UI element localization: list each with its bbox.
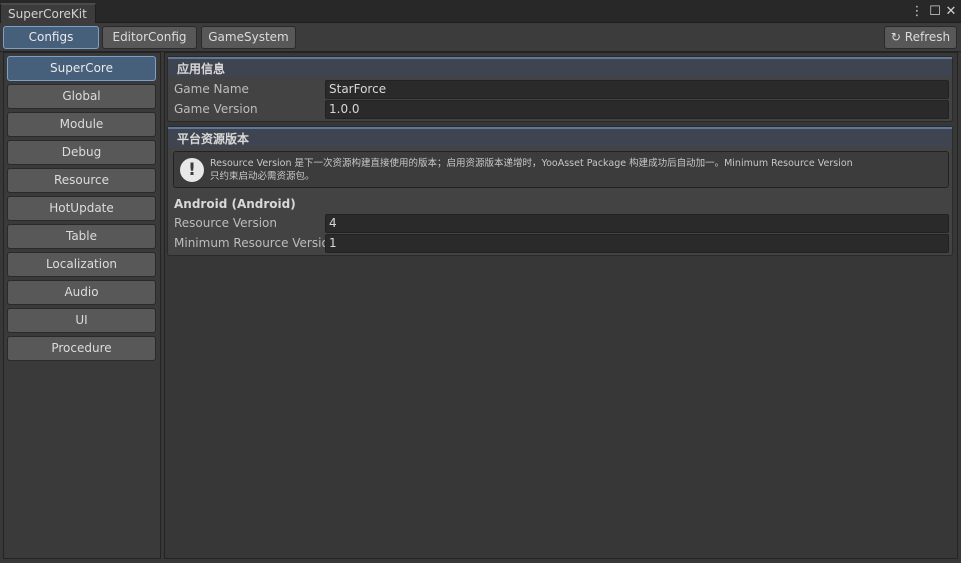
- sidebar-item-debug[interactable]: Debug: [7, 140, 156, 165]
- tab-editor-config[interactable]: EditorConfig: [102, 26, 197, 49]
- window-tab[interactable]: SuperCoreKit: [0, 3, 96, 23]
- sidebar-item-table[interactable]: Table: [7, 224, 156, 249]
- tab-game-system[interactable]: GameSystem: [201, 26, 296, 49]
- resource-version-field[interactable]: 4: [325, 214, 949, 233]
- refresh-label: Refresh: [904, 30, 951, 44]
- tab-configs[interactable]: Configs: [3, 26, 99, 49]
- platform-header: [168, 127, 952, 147]
- min-resource-version-field[interactable]: 1: [325, 234, 949, 253]
- help-text-line2: 只约束启动必需资源包。: [210, 171, 315, 182]
- game-name-label: Game Name: [174, 82, 249, 96]
- sidebar-item-supercore[interactable]: SuperCore: [7, 56, 156, 81]
- game-version-label: Game Version: [174, 102, 258, 116]
- refresh-button[interactable]: ↻ Refresh: [884, 26, 957, 49]
- close-icon[interactable]: ✕: [943, 4, 959, 20]
- min-resource-version-label: Minimum Resource Version: [174, 236, 337, 250]
- game-name-field[interactable]: StarForce: [325, 80, 949, 99]
- info-icon: !: [180, 158, 204, 182]
- help-text-line1: Resource Version 是下一次资源构建直接使用的版本；启用资源版本递…: [210, 158, 853, 169]
- more-menu-icon[interactable]: ⋮: [910, 4, 924, 20]
- sidebar-item-procedure[interactable]: Procedure: [7, 336, 156, 361]
- sidebar-item-audio[interactable]: Audio: [7, 280, 156, 305]
- platform-title: 平台资源版本: [177, 132, 250, 146]
- sidebar-item-ui[interactable]: UI: [7, 308, 156, 333]
- app-info-title: 应用信息: [177, 62, 226, 76]
- sidebar-item-module[interactable]: Module: [7, 112, 156, 137]
- maximize-icon[interactable]: ☐: [927, 4, 943, 20]
- window-title-bar: [0, 0, 961, 23]
- sidebar-item-global[interactable]: Global: [7, 84, 156, 109]
- sidebar-item-hotupdate[interactable]: HotUpdate: [7, 196, 156, 221]
- app-info-header: [168, 57, 952, 77]
- android-heading: Android (Android): [174, 197, 296, 211]
- resource-version-label: Resource Version: [174, 216, 277, 230]
- refresh-icon: ↻: [890, 30, 901, 44]
- sidebar-item-resource[interactable]: Resource: [7, 168, 156, 193]
- game-version-field[interactable]: 1.0.0: [325, 100, 949, 119]
- sidebar-item-localization[interactable]: Localization: [7, 252, 156, 277]
